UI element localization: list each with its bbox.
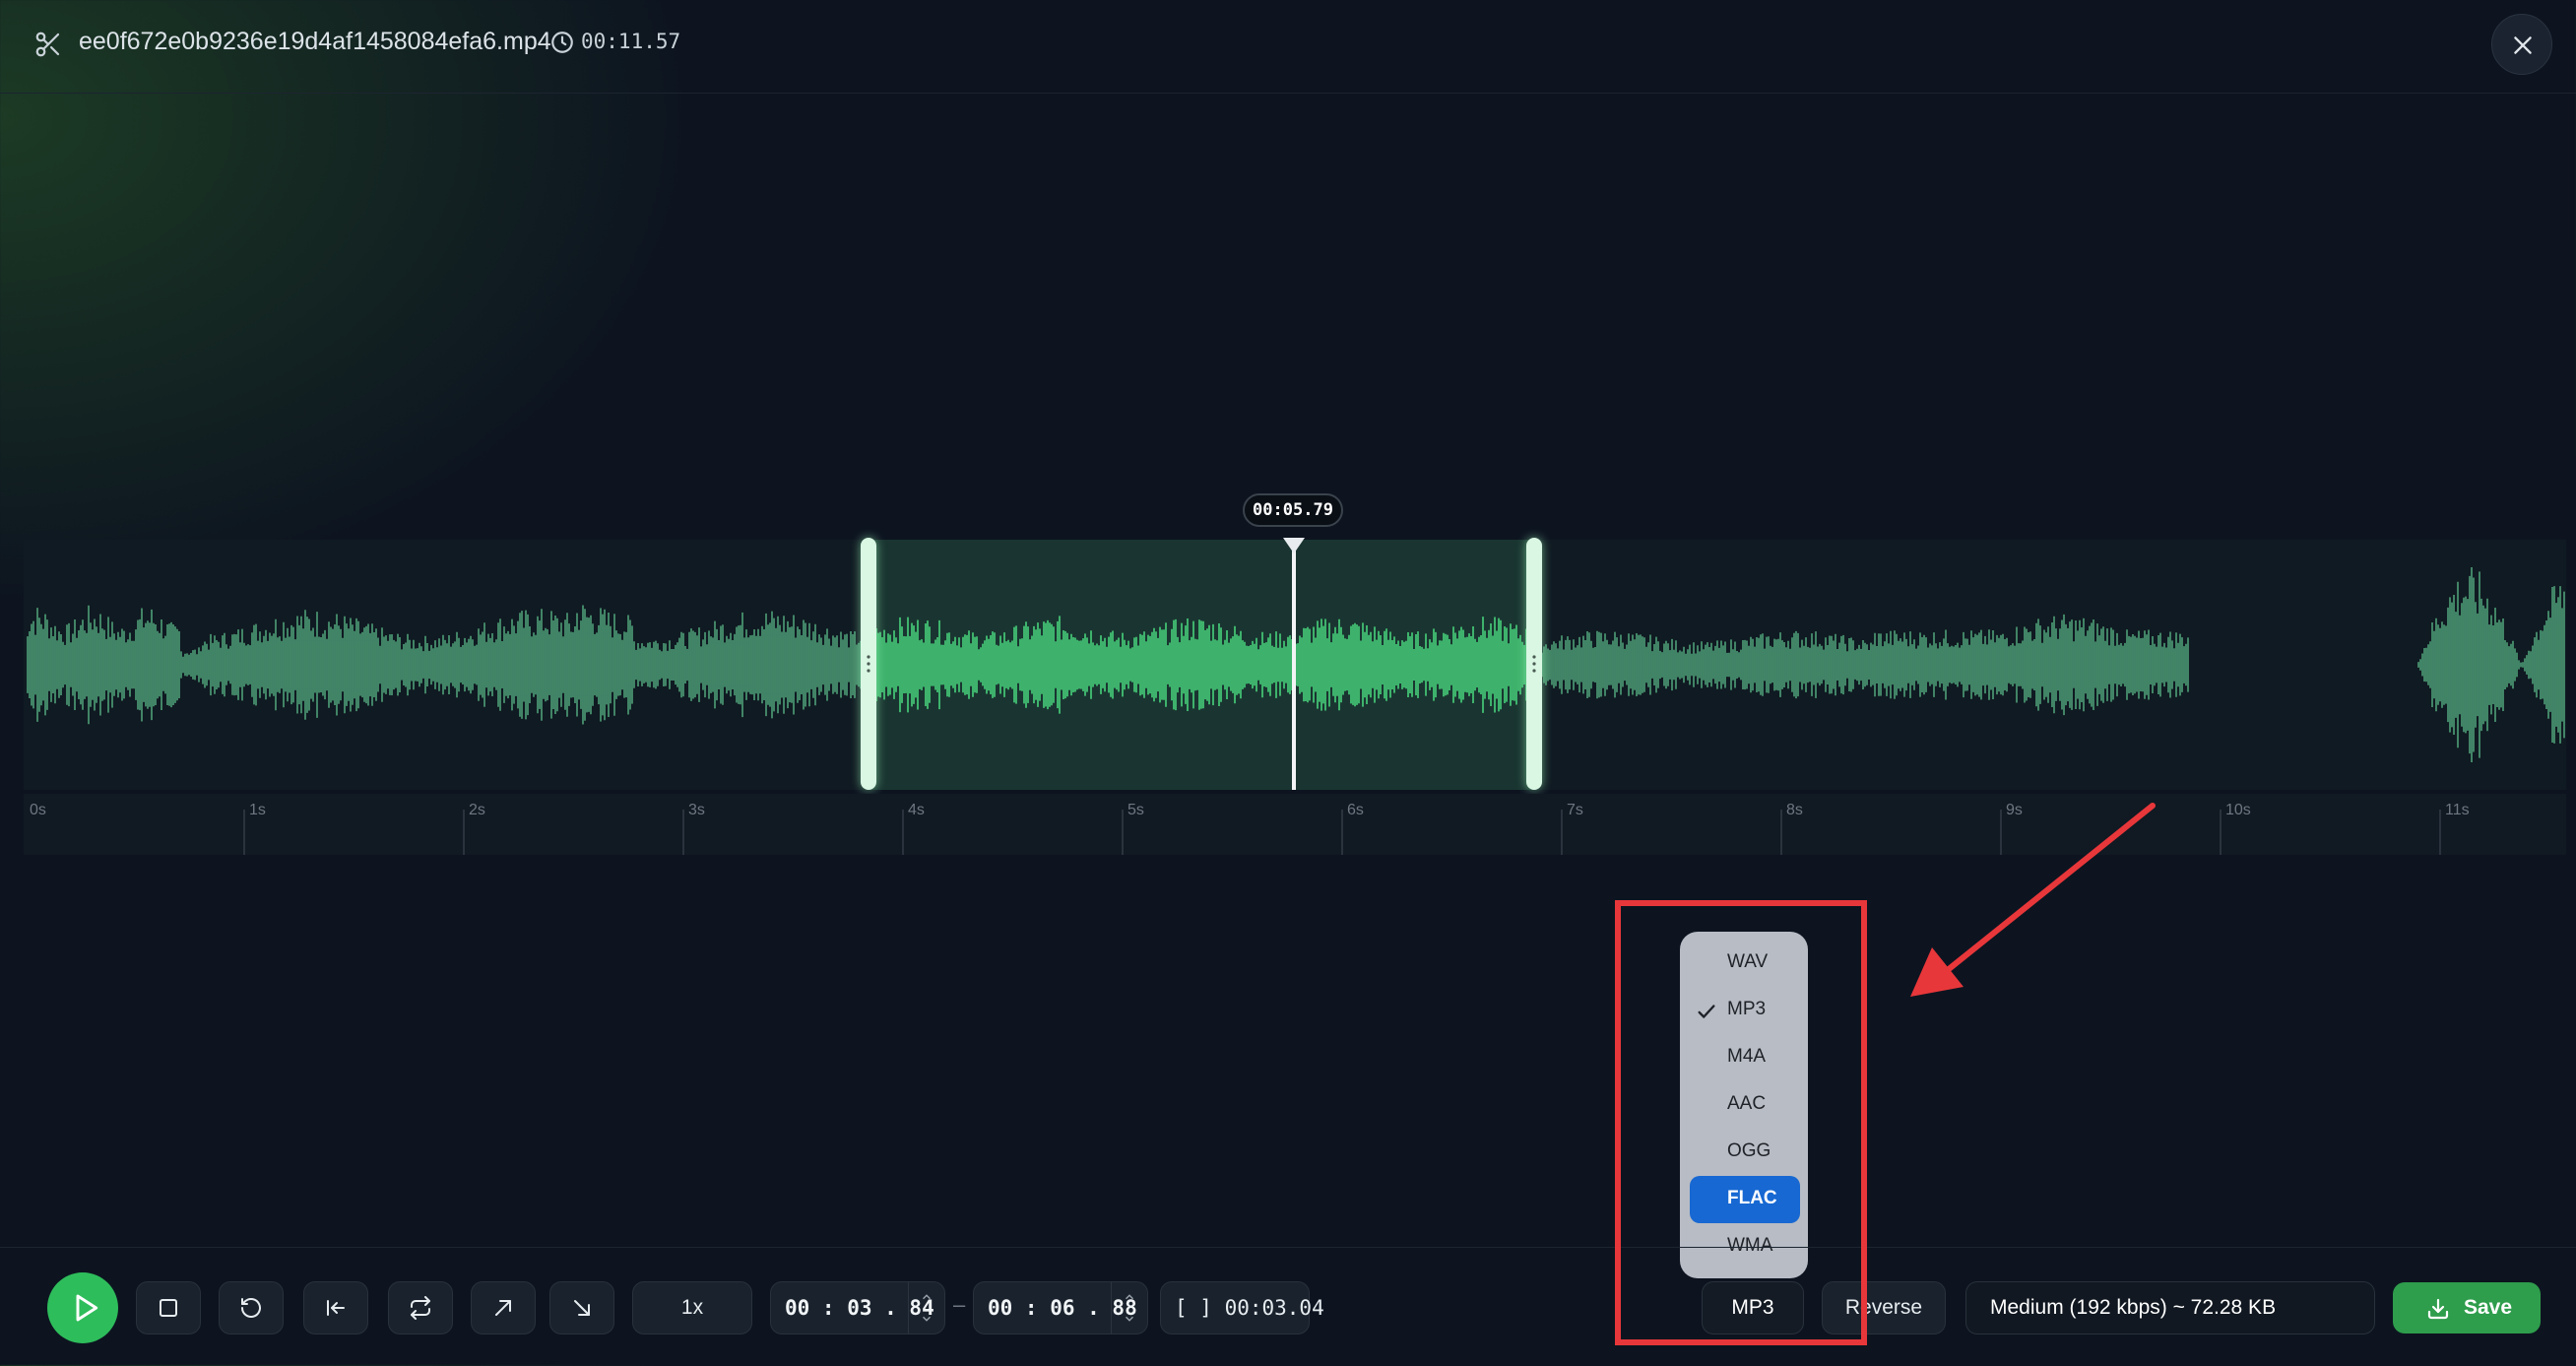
ruler-label: 10s [2225, 802, 2251, 818]
ruler-tick [243, 810, 245, 855]
ruler-label: 1s [249, 802, 266, 818]
ruler-label: 9s [2006, 802, 2023, 818]
grip-icon [867, 655, 870, 673]
save-label: Save [2464, 1296, 2513, 1319]
file-duration: 00:11.57 [581, 30, 681, 53]
ruler-label: 5s [1127, 802, 1144, 818]
stop-button[interactable] [136, 1281, 201, 1334]
selection-region[interactable] [869, 540, 1534, 790]
ruler-label: 4s [908, 802, 925, 818]
ruler-label: 6s [1347, 802, 1364, 818]
time-ruler[interactable]: 0s 1s 2s 3s 4s 5s 6s 7s 8s 9s 10s 11s [24, 794, 2566, 855]
ruler-tick [2000, 810, 2002, 855]
ruler-tick [1341, 810, 1343, 855]
selection-start-handle[interactable] [861, 538, 876, 790]
play-icon [76, 1294, 98, 1322]
playhead-time: 00:05.79 [1243, 493, 1343, 527]
chevron-down-icon[interactable] [920, 1312, 934, 1326]
range-separator: – [953, 1292, 966, 1317]
editor-header: ee0f672e0b9236e19d4af1458084efa6.mp4 00:… [0, 0, 2576, 94]
arrow-up-right-icon [495, 1300, 511, 1316]
ruler-label: 2s [469, 802, 485, 818]
selection-duration-value: [ ] 00:03.04 [1175, 1296, 1324, 1320]
ruler-tick [1122, 810, 1124, 855]
save-button[interactable]: Save [2393, 1282, 2541, 1333]
close-button[interactable] [2491, 14, 2552, 75]
ruler-label: 8s [1786, 802, 1803, 818]
skip-to-start-icon [327, 1300, 345, 1316]
ruler-label: 11s [2445, 802, 2470, 818]
end-time-field[interactable]: 00 : 06 . 88 [973, 1281, 1148, 1334]
stop-icon [160, 1299, 177, 1317]
ruler-tick [1561, 810, 1563, 855]
playback-speed-select[interactable]: 1x [632, 1281, 752, 1334]
playhead[interactable] [1292, 540, 1296, 790]
ruler-label: 3s [688, 802, 705, 818]
loop-button[interactable] [388, 1281, 453, 1334]
skip-to-start-button[interactable] [303, 1281, 368, 1334]
scissors-icon [35, 32, 60, 57]
playhead-marker-icon[interactable] [1283, 538, 1305, 553]
annotation-highlight-box [1615, 900, 1867, 1345]
clock-icon [551, 32, 573, 53]
start-time-stepper[interactable] [908, 1282, 944, 1333]
fade-in-button[interactable] [471, 1281, 536, 1334]
ruler-label: 0s [30, 802, 46, 818]
ruler-tick [2439, 810, 2441, 855]
grip-icon [1532, 655, 1536, 673]
chevron-up-icon[interactable] [920, 1290, 934, 1304]
repeat-icon [411, 1296, 430, 1320]
start-time-field[interactable]: 00 : 03 . 84 [770, 1281, 945, 1334]
ruler-label: 7s [1567, 802, 1583, 818]
ruler-tick [1780, 810, 1782, 855]
quality-select[interactable]: Medium (192 kbps) ~ 72.28 KB [1965, 1281, 2375, 1334]
close-icon [2514, 36, 2532, 54]
chevron-up-icon[interactable] [1123, 1290, 1136, 1304]
end-time-stepper[interactable] [1111, 1282, 1147, 1333]
reset-button[interactable] [219, 1281, 284, 1334]
chevron-down-icon[interactable] [1123, 1312, 1136, 1326]
arrow-down-right-icon [574, 1300, 590, 1316]
ruler-tick [2220, 810, 2222, 855]
file-name: ee0f672e0b9236e19d4af1458084efa6.mp4 [79, 28, 551, 55]
selection-duration: [ ] 00:03.04 [1160, 1281, 1324, 1334]
download-icon [2427, 1298, 2449, 1320]
ruler-tick [463, 810, 465, 855]
ruler-tick [902, 810, 904, 855]
selection-end-handle[interactable] [1526, 538, 1542, 790]
play-button[interactable] [47, 1272, 118, 1343]
fade-out-button[interactable] [549, 1281, 614, 1334]
rotate-ccw-icon [241, 1298, 261, 1318]
ruler-tick [682, 810, 684, 855]
